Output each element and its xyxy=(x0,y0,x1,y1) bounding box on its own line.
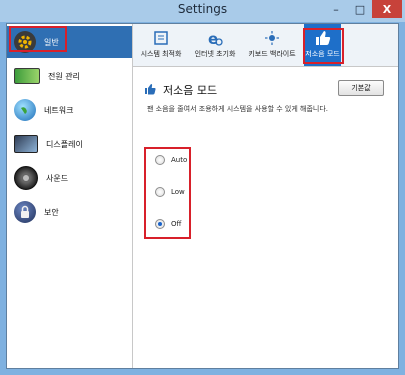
radio-option-auto[interactable]: Auto xyxy=(155,155,187,165)
sidebar-item-label: 디스플레이 xyxy=(46,139,83,149)
internet-reset-icon: e xyxy=(205,29,225,47)
close-button[interactable]: X xyxy=(372,0,402,18)
tab-label: 저소음 모드 xyxy=(305,50,340,58)
silent-mode-icon xyxy=(313,29,333,47)
sidebar-item-label: 일반 xyxy=(44,37,59,47)
battery-icon xyxy=(14,68,40,84)
tab-keyboard-backlight[interactable]: 키보드 백라이트 xyxy=(243,24,301,66)
settings-panel: 일반 전원 관리 네트워크 디스플레이 사운드 보안 시스템 최적화 e 인터넷… xyxy=(6,23,399,369)
radio-label: Low xyxy=(171,188,185,196)
tab-silent-mode[interactable]: 저소음 모드 xyxy=(304,24,341,66)
description-text: 팬 소음을 줄여서 조용하게 시스템을 사용할 수 있게 해줍니다. xyxy=(147,105,329,113)
radio-button[interactable] xyxy=(155,219,165,229)
silent-mode-panel: 저소음 모드 기본값 팬 소음을 줄여서 조용하게 시스템을 사용할 수 있게 … xyxy=(133,67,398,367)
sidebar-item-label: 전원 관리 xyxy=(48,71,80,81)
section-title: 저소음 모드 xyxy=(163,83,218,97)
sidebar-item-general[interactable]: 일반 xyxy=(7,26,132,58)
sidebar-item-power[interactable]: 전원 관리 xyxy=(7,60,132,92)
lock-icon xyxy=(14,201,36,223)
radio-button[interactable] xyxy=(155,187,165,197)
maximize-button[interactable]: □ xyxy=(348,0,372,18)
radio-label: Off xyxy=(171,220,182,228)
minimize-button[interactable]: – xyxy=(324,0,348,18)
radio-button[interactable] xyxy=(155,155,165,165)
sidebar-item-sound[interactable]: 사운드 xyxy=(7,162,132,194)
radio-option-low[interactable]: Low xyxy=(155,187,185,197)
speaker-icon xyxy=(14,166,38,190)
monitor-icon xyxy=(14,135,38,153)
tab-bar: 시스템 최적화 e 인터넷 초기화 키보드 백라이트 저소음 모드 xyxy=(133,24,398,67)
sidebar-item-label: 보안 xyxy=(44,207,59,217)
tab-label: 시스템 최적화 xyxy=(140,50,182,58)
sidebar-item-display[interactable]: 디스플레이 xyxy=(7,128,132,160)
gear-icon xyxy=(14,31,36,53)
keyboard-backlight-icon xyxy=(262,29,282,47)
globe-icon xyxy=(14,99,36,121)
settings-window: Settings – □ X 일반 전원 관리 네트워크 디스플레이 사운드 보… xyxy=(0,0,405,375)
sidebar-item-security[interactable]: 보안 xyxy=(7,196,132,228)
tab-system-optimize[interactable]: 시스템 최적화 xyxy=(135,24,187,66)
sidebar: 일반 전원 관리 네트워크 디스플레이 사운드 보안 xyxy=(7,24,133,368)
tab-internet-reset[interactable]: e 인터넷 초기화 xyxy=(189,24,241,66)
default-button[interactable]: 기본값 xyxy=(338,80,384,96)
tab-label: 인터넷 초기화 xyxy=(194,50,236,58)
thumbs-up-icon xyxy=(144,80,158,99)
sidebar-item-network[interactable]: 네트워크 xyxy=(7,94,132,126)
system-optimize-icon xyxy=(151,29,171,47)
section-header: 저소음 모드 xyxy=(144,80,217,99)
title-bar[interactable]: Settings – □ X xyxy=(0,0,405,22)
sidebar-item-label: 네트워크 xyxy=(44,105,74,115)
sidebar-item-label: 사운드 xyxy=(46,173,69,183)
radio-label: Auto xyxy=(171,156,188,164)
tab-label: 키보드 백라이트 xyxy=(248,50,296,58)
radio-option-off[interactable]: Off xyxy=(155,219,181,229)
